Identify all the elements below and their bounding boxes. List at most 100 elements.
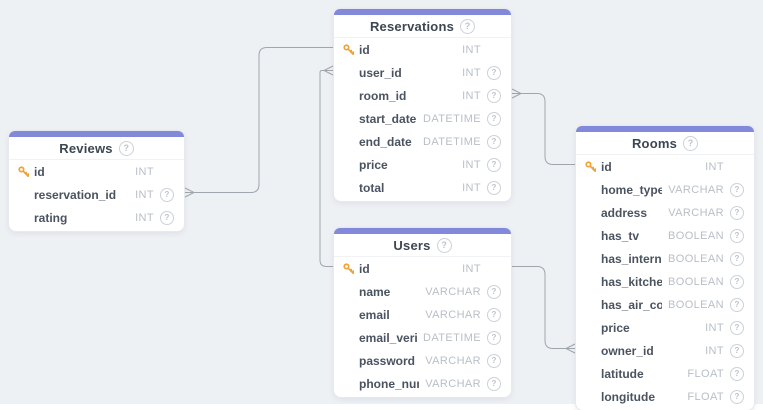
field-name: reservation_id	[34, 188, 116, 202]
question-circle-icon[interactable]: ?	[487, 135, 501, 149]
field-name: password	[359, 354, 415, 368]
relationship-line	[194, 48, 333, 193]
field-name: start_date	[359, 112, 416, 126]
table-title-row[interactable]: Reviews ?	[9, 137, 184, 160]
field-row-has_tv[interactable]: has_tvBOOLEAN?	[576, 224, 754, 247]
question-circle-icon[interactable]: ?	[160, 188, 174, 202]
field-name: id	[34, 165, 45, 179]
question-circle-icon[interactable]: ?	[730, 183, 744, 197]
field-name: room_id	[359, 89, 406, 103]
question-circle-icon[interactable]: ?	[730, 321, 744, 335]
field-row-email[interactable]: emailVARCHAR?	[334, 303, 511, 326]
question-circle-icon[interactable]: ?	[460, 19, 475, 34]
question-circle-icon[interactable]: ?	[730, 275, 744, 289]
field-row-password[interactable]: password VARCHAR?	[334, 349, 511, 372]
table-reviews[interactable]: Reviews ? idINT?reservation_idINT?rating…	[8, 130, 185, 232]
field-type: VARCHAR	[419, 309, 481, 321]
question-circle-icon[interactable]: ?	[683, 136, 698, 151]
question-circle-icon[interactable]: ?	[730, 229, 744, 243]
field-row-owner_id[interactable]: owner_idINT?	[576, 339, 754, 362]
field-row-longitude[interactable]: longitudeFLOAT?	[576, 385, 754, 408]
relationship-reviews-reservations[interactable]	[185, 48, 333, 198]
table-title-row[interactable]: Users ?	[334, 234, 511, 257]
field-row-has_kitchen[interactable]: has_kitchenBOOLEAN?	[576, 270, 754, 293]
question-circle-icon[interactable]: ?	[730, 344, 744, 358]
diagram-canvas[interactable]: Reservations ? idINT?user_idINT?room_idI…	[0, 0, 763, 410]
question-circle-icon[interactable]: ?	[487, 331, 501, 345]
relationship-line	[320, 71, 333, 267]
question-circle-icon[interactable]: ?	[730, 206, 744, 220]
question-circle-icon[interactable]: ?	[487, 112, 501, 126]
field-row-room_id[interactable]: room_idINT?	[334, 84, 511, 107]
crows-foot-icon	[512, 89, 521, 98]
field-row-email_verified_[interactable]: email_verified_DATETIME?	[334, 326, 511, 349]
field-row-address[interactable]: address VARCHAR?	[576, 201, 754, 224]
table-title-row[interactable]: Reservations ?	[334, 15, 511, 38]
field-name: has_tv	[601, 229, 639, 243]
relationship-users-rooms[interactable]	[512, 267, 575, 354]
field-row-id[interactable]: idINT?	[9, 160, 184, 183]
field-type: INT	[456, 44, 481, 56]
field-name: home_type	[601, 183, 662, 197]
field-name: address	[601, 206, 647, 220]
question-circle-icon[interactable]: ?	[730, 367, 744, 381]
question-circle-icon[interactable]: ?	[487, 89, 501, 103]
field-row-price[interactable]: priceINT?	[576, 316, 754, 339]
field-name: longitude	[601, 390, 655, 404]
question-circle-icon[interactable]: ?	[437, 238, 452, 253]
question-circle-icon[interactable]: ?	[487, 308, 501, 322]
field-name: id	[359, 262, 370, 276]
relationship-reservations-rooms[interactable]	[512, 89, 575, 165]
field-row-has_air_con[interactable]: has_air_conBOOLEAN?	[576, 293, 754, 316]
field-name: has_internet	[601, 252, 662, 266]
field-type: VARCHAR	[662, 184, 724, 196]
field-row-phone_numbe[interactable]: phone_numbeVARCHAR?	[334, 372, 511, 395]
field-row-home_type[interactable]: home_typeVARCHAR?	[576, 178, 754, 201]
field-type: VARCHAR	[419, 355, 481, 367]
field-name: latitude	[601, 367, 644, 381]
field-row-total[interactable]: totalINT?	[334, 176, 511, 199]
relationship-line	[512, 267, 566, 349]
key-icon	[17, 165, 30, 178]
question-circle-icon[interactable]: ?	[160, 211, 174, 225]
field-row-rating[interactable]: ratingINT?	[9, 206, 184, 229]
table-title-row[interactable]: Rooms ?	[576, 132, 754, 155]
field-type: INT	[129, 166, 154, 178]
field-name: user_id	[359, 66, 402, 80]
field-row-user_id[interactable]: user_idINT?	[334, 61, 511, 84]
question-circle-icon[interactable]: ?	[487, 158, 501, 172]
field-type: INT	[129, 212, 154, 224]
field-row-start_date[interactable]: start_dateDATETIME?	[334, 107, 511, 130]
field-type: FLOAT	[681, 368, 724, 380]
table-users[interactable]: Users ? idINT?nameVARCHAR?emailVARCHAR?e…	[333, 227, 512, 398]
field-row-has_internet[interactable]: has_internetBOOLEAN?	[576, 247, 754, 270]
field-name: id	[359, 43, 370, 57]
question-circle-icon[interactable]: ?	[119, 141, 134, 156]
question-circle-icon[interactable]: ?	[487, 181, 501, 195]
field-row-id[interactable]: idINT?	[334, 38, 511, 61]
field-row-name[interactable]: nameVARCHAR?	[334, 280, 511, 303]
field-row-price[interactable]: priceINT?	[334, 153, 511, 176]
question-circle-icon[interactable]: ?	[487, 354, 501, 368]
question-circle-icon[interactable]: ?	[730, 390, 744, 404]
relationship-users-reservations[interactable]	[320, 66, 333, 267]
field-row-end_date[interactable]: end_dateDATETIME?	[334, 130, 511, 153]
question-circle-icon[interactable]: ?	[730, 252, 744, 266]
field-row-latitude[interactable]: latitude FLOAT?	[576, 362, 754, 385]
question-circle-icon[interactable]: ?	[487, 66, 501, 80]
primary-key-icon	[584, 160, 601, 173]
field-name: has_air_con	[601, 298, 662, 312]
crows-foot-icon	[566, 344, 575, 353]
field-row-id[interactable]: idINT?	[576, 155, 754, 178]
field-type: VARCHAR	[662, 207, 724, 219]
field-row-id[interactable]: idINT?	[334, 257, 511, 280]
table-rooms[interactable]: Rooms ? idINT?home_typeVARCHAR?addressVA…	[575, 125, 755, 410]
question-circle-icon[interactable]: ?	[487, 377, 501, 391]
question-circle-icon[interactable]: ?	[487, 285, 501, 299]
field-row-reservation_id[interactable]: reservation_idINT?	[9, 183, 184, 206]
field-name: price	[359, 158, 388, 172]
question-circle-icon[interactable]: ?	[730, 298, 744, 312]
table-reservations[interactable]: Reservations ? idINT?user_idINT?room_idI…	[333, 8, 512, 202]
crows-foot-icon	[324, 66, 333, 75]
table-title: Users	[393, 238, 430, 253]
